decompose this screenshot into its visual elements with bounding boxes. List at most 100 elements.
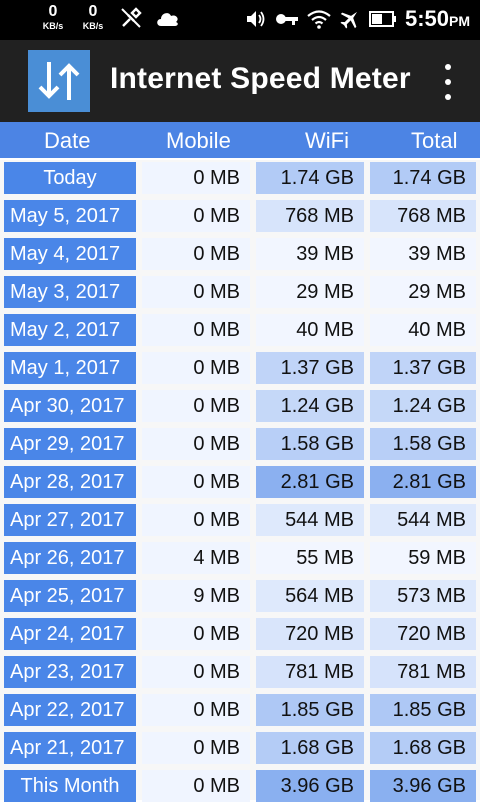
table-row[interactable]: Today 0 MB 1.74 GB 1.74 GB [0, 160, 480, 198]
total-cell: 39 MB [370, 238, 476, 270]
airplane-icon [339, 8, 361, 30]
usage-table[interactable]: Today 0 MB 1.74 GB 1.74 GB May 5, 2017 0 MB 76… [0, 160, 480, 802]
mobile-cell: 0 MB [142, 276, 250, 308]
mobile-cell: 0 MB [142, 390, 250, 422]
table-row[interactable]: Apr 26, 2017 4 MB 55 MB 59 MB [0, 540, 480, 578]
wifi-cell: 1.58 GB [256, 428, 364, 460]
clock: 5:50PM [405, 6, 470, 32]
total-cell: 59 MB [370, 542, 476, 574]
total-cell: 29 MB [370, 276, 476, 308]
wifi-cell: 544 MB [256, 504, 364, 536]
total-cell: 1.37 GB [370, 352, 476, 384]
date-cell: May 5, 2017 [4, 200, 136, 232]
wifi-cell: 29 MB [256, 276, 364, 308]
wifi-cell: 55 MB [256, 542, 364, 574]
wifi-icon [307, 9, 331, 29]
date-cell: This Month [4, 770, 136, 802]
wifi-cell: 1.85 GB [256, 694, 364, 726]
table-row[interactable]: Apr 25, 2017 9 MB 564 MB 573 MB [0, 578, 480, 616]
overflow-menu-icon[interactable] [442, 64, 454, 100]
total-cell: 1.74 GB [370, 162, 476, 194]
mobile-cell: 4 MB [142, 542, 250, 574]
table-row[interactable]: May 2, 2017 0 MB 40 MB 40 MB [0, 312, 480, 350]
table-row[interactable]: Apr 29, 2017 0 MB 1.58 GB 1.58 GB [0, 426, 480, 464]
wifi-cell: 2.81 GB [256, 466, 364, 498]
mobile-cell: 0 MB [142, 200, 250, 232]
date-cell: Apr 23, 2017 [4, 656, 136, 688]
no-usb-icon [118, 5, 144, 31]
wifi-cell: 720 MB [256, 618, 364, 650]
mobile-cell: 0 MB [142, 428, 250, 460]
table-row[interactable]: Apr 22, 2017 0 MB 1.85 GB 1.85 GB [0, 692, 480, 730]
download-speed-value: 0 [88, 3, 98, 20]
total-cell: 768 MB [370, 200, 476, 232]
table-row[interactable]: This Month 0 MB 3.96 GB 3.96 GB [0, 768, 480, 806]
mobile-cell: 0 MB [142, 694, 250, 726]
key-icon [275, 9, 299, 29]
table-header: Date Mobile WiFi Total [0, 122, 480, 158]
date-cell: Apr 28, 2017 [4, 466, 136, 498]
speed-arrows-icon [38, 62, 80, 100]
mobile-cell: 9 MB [142, 580, 250, 612]
header-mobile: Mobile [166, 128, 231, 153]
mobile-cell: 0 MB [142, 656, 250, 688]
wifi-cell: 1.37 GB [256, 352, 364, 384]
download-speed: 0 KB/s [78, 4, 108, 31]
header-date: Date [44, 128, 91, 153]
mobile-cell: 0 MB [142, 732, 250, 764]
table-row[interactable]: May 4, 2017 0 MB 39 MB 39 MB [0, 236, 480, 274]
table-row[interactable]: Apr 27, 2017 0 MB 544 MB 544 MB [0, 502, 480, 540]
wifi-cell: 40 MB [256, 314, 364, 346]
date-cell: Apr 24, 2017 [4, 618, 136, 650]
app-title: Internet Speed Meter [110, 62, 411, 95]
upload-speed-value: 0 [48, 3, 58, 20]
upload-speed-unit: KB/s [42, 21, 64, 31]
mobile-cell: 0 MB [142, 504, 250, 536]
table-row[interactable]: Apr 30, 2017 0 MB 1.24 GB 1.24 GB [0, 388, 480, 426]
table-row[interactable]: Apr 21, 2017 0 MB 1.68 GB 1.68 GB [0, 730, 480, 768]
volume-icon [245, 8, 267, 30]
wifi-cell: 1.24 GB [256, 390, 364, 422]
table-row[interactable]: May 5, 2017 0 MB 768 MB 768 MB [0, 198, 480, 236]
table-row[interactable]: Apr 24, 2017 0 MB 720 MB 720 MB [0, 616, 480, 654]
wifi-cell: 564 MB [256, 580, 364, 612]
battery-icon [368, 10, 397, 28]
date-cell: Apr 27, 2017 [4, 504, 136, 536]
mobile-cell: 0 MB [142, 238, 250, 270]
date-cell: May 3, 2017 [4, 276, 136, 308]
total-cell: 3.96 GB [370, 770, 476, 802]
date-cell: Apr 25, 2017 [4, 580, 136, 612]
date-cell: Apr 21, 2017 [4, 732, 136, 764]
wifi-cell: 3.96 GB [256, 770, 364, 802]
wifi-cell: 1.68 GB [256, 732, 364, 764]
date-cell: Today [4, 162, 136, 194]
date-cell: May 1, 2017 [4, 352, 136, 384]
total-cell: 40 MB [370, 314, 476, 346]
table-row[interactable]: Apr 28, 2017 0 MB 2.81 GB 2.81 GB [0, 464, 480, 502]
total-cell: 1.68 GB [370, 732, 476, 764]
total-cell: 573 MB [370, 580, 476, 612]
mobile-cell: 0 MB [142, 770, 250, 802]
wifi-cell: 781 MB [256, 656, 364, 688]
total-cell: 720 MB [370, 618, 476, 650]
app-logo [28, 50, 90, 112]
table-row[interactable]: May 3, 2017 0 MB 29 MB 29 MB [0, 274, 480, 312]
clock-ampm: PM [449, 13, 470, 29]
status-bar: 0 KB/s 0 KB/s 5:50PM [0, 0, 480, 40]
table-row[interactable]: May 1, 2017 0 MB 1.37 GB 1.37 GB [0, 350, 480, 388]
date-cell: Apr 26, 2017 [4, 542, 136, 574]
date-cell: May 4, 2017 [4, 238, 136, 270]
upload-speed: 0 KB/s [38, 4, 68, 31]
app-bar: Internet Speed Meter [0, 40, 480, 122]
total-cell: 2.81 GB [370, 466, 476, 498]
mobile-cell: 0 MB [142, 352, 250, 384]
wifi-cell: 768 MB [256, 200, 364, 232]
total-cell: 781 MB [370, 656, 476, 688]
clock-time: 5:50 [404, 6, 449, 31]
mobile-cell: 0 MB [142, 314, 250, 346]
wifi-cell: 1.74 GB [256, 162, 364, 194]
total-cell: 1.58 GB [370, 428, 476, 460]
mobile-cell: 0 MB [142, 162, 250, 194]
cloud-icon [154, 7, 182, 29]
table-row[interactable]: Apr 23, 2017 0 MB 781 MB 781 MB [0, 654, 480, 692]
